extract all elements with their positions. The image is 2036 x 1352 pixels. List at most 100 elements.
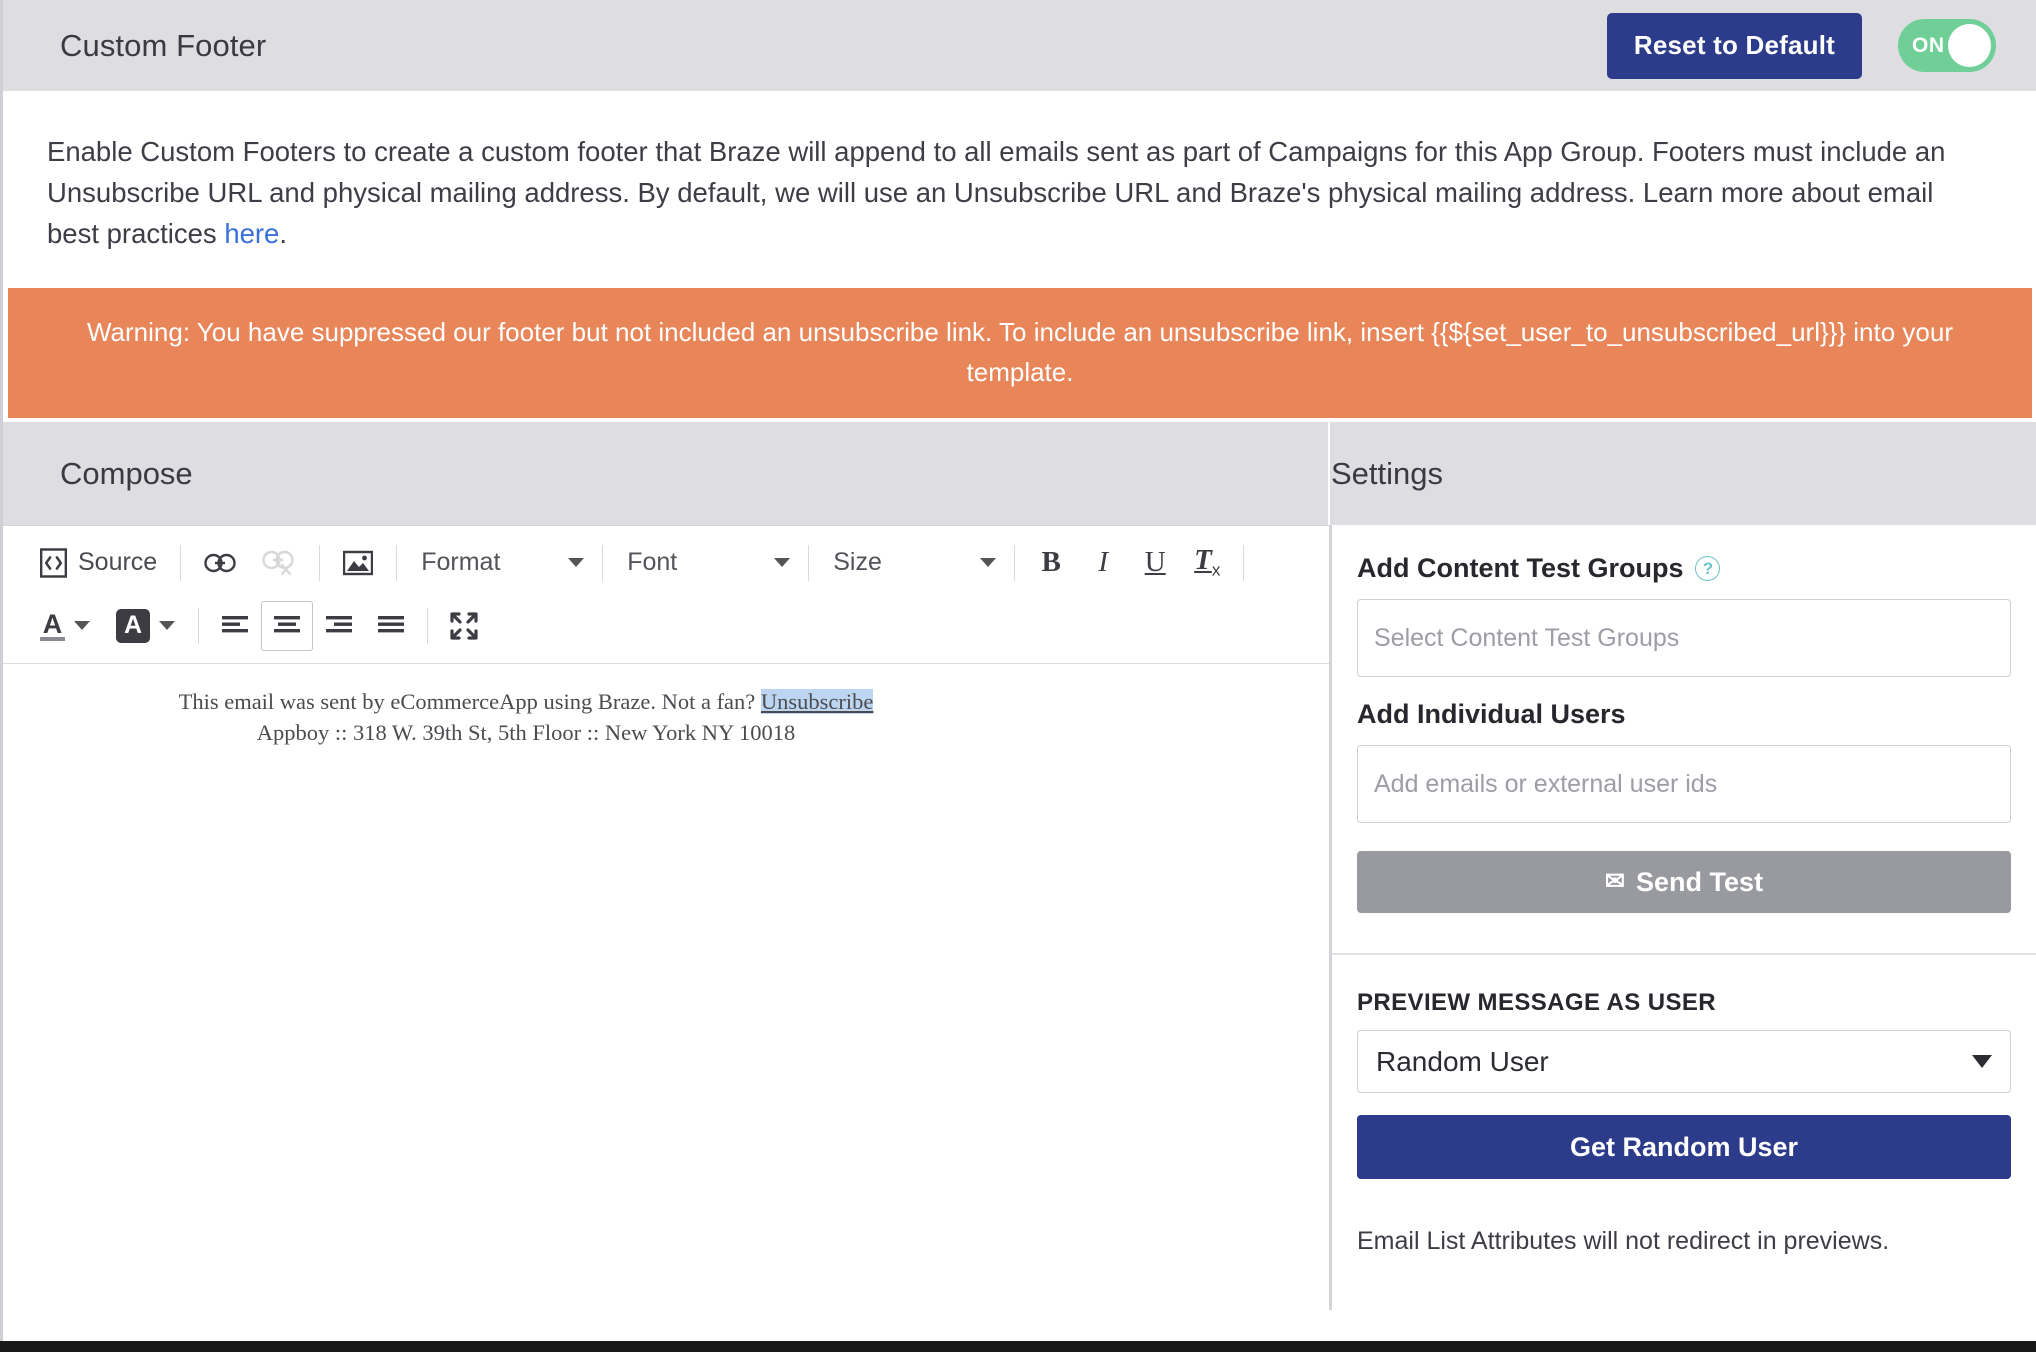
remove-format-button[interactable]: Tx xyxy=(1181,538,1233,588)
chevron-down-icon xyxy=(1972,1055,1992,1068)
format-dropdown[interactable]: Format xyxy=(407,539,592,587)
align-center-icon xyxy=(274,615,300,632)
toolbar-separator xyxy=(602,544,604,581)
email-footer-line-1: This email was sent by eCommerceApp usin… xyxy=(3,686,1329,717)
compose-panel: Source Format Font Size B I U Tx A A Thi… xyxy=(3,525,1330,1310)
image-icon xyxy=(343,550,374,575)
toolbar-row-2: A A xyxy=(3,594,1329,657)
compose-title: Compose xyxy=(60,455,193,491)
toolbar-separator xyxy=(319,544,321,581)
bold-button[interactable]: B xyxy=(1025,538,1077,588)
compose-header: Compose xyxy=(3,422,1330,525)
unsubscribe-link[interactable]: Unsubscribe xyxy=(760,689,874,714)
preview-user-selected-value: Random User xyxy=(1376,1045,1549,1077)
toolbar-separator xyxy=(808,544,810,581)
align-center-button[interactable] xyxy=(261,600,313,651)
toolbar-separator xyxy=(396,544,398,581)
email-footer-line-2: Appboy :: 318 W. 39th St, 5th Floor :: N… xyxy=(256,720,796,745)
unlink-icon xyxy=(262,550,294,575)
settings-title: Settings xyxy=(1331,455,1444,491)
background-color-icon: A xyxy=(116,608,150,643)
toolbar-row-1: Source Format Font Size B I U Tx xyxy=(3,531,1329,594)
send-test-block: Add Content Test Groups ? Add Individual… xyxy=(1332,525,2036,955)
here-link[interactable]: here xyxy=(224,218,279,249)
source-code-icon xyxy=(40,547,67,578)
font-label: Font xyxy=(627,548,678,576)
email-editor-body[interactable]: This email was sent by eCommerceApp usin… xyxy=(3,664,1329,1310)
insert-link-button[interactable] xyxy=(191,539,249,587)
remove-format-icon: Tx xyxy=(1194,544,1221,580)
bottom-bar xyxy=(0,1341,2036,1352)
text-color-icon: A xyxy=(40,610,65,641)
editor-toolbar: Source Format Font Size B I U Tx A A xyxy=(3,526,1329,664)
link-icon xyxy=(204,553,236,572)
custom-footer-toggle[interactable]: ON xyxy=(1898,19,1996,72)
email-list-attributes-note: Email List Attributes will not redirect … xyxy=(1357,1227,1890,1255)
editor-settings-split: Source Format Font Size B I U Tx A A Thi… xyxy=(0,525,2036,1310)
source-button[interactable]: Source xyxy=(27,539,170,587)
individual-users-label: Add Individual Users xyxy=(1357,699,1626,729)
settings-header: Settings xyxy=(1330,422,2036,525)
reset-to-default-button[interactable]: Reset to Default xyxy=(1606,12,1862,79)
toolbar-separator xyxy=(198,607,199,644)
description-section: Enable Custom Footers to create a custom… xyxy=(0,91,2036,288)
content-test-groups-label: Add Content Test Groups xyxy=(1357,553,1684,583)
align-left-icon xyxy=(222,615,248,632)
background-color-button[interactable]: A xyxy=(103,602,188,650)
fullscreen-button[interactable] xyxy=(438,601,490,651)
chevron-down-icon xyxy=(159,621,175,630)
content-test-groups-input[interactable] xyxy=(1357,599,2011,677)
align-right-button[interactable] xyxy=(313,601,365,651)
chevron-down-icon xyxy=(568,558,585,567)
warning-section: Warning: You have suppressed our footer … xyxy=(0,288,2036,418)
align-right-icon xyxy=(326,615,352,632)
description-text: Enable Custom Footers to create a custom… xyxy=(47,131,1992,254)
toolbar-separator xyxy=(180,544,182,581)
get-random-user-button[interactable]: Get Random User xyxy=(1357,1115,2011,1179)
toolbar-separator xyxy=(1243,544,1245,581)
source-label: Source xyxy=(78,548,158,576)
preview-user-block: PREVIEW MESSAGE AS USER Random User Get … xyxy=(1332,955,2036,1296)
toggle-knob xyxy=(1948,24,1991,67)
align-justify-icon xyxy=(378,615,404,632)
content-test-groups-label-row: Add Content Test Groups ? xyxy=(1357,553,2011,584)
toolbar-separator xyxy=(1014,544,1016,581)
underline-icon: U xyxy=(1144,546,1166,578)
header-actions: Reset to Default ON xyxy=(1606,12,1996,79)
toolbar-separator xyxy=(427,607,428,644)
individual-users-label-row: Add Individual Users xyxy=(1357,699,2011,730)
send-test-button[interactable]: ✉ Send Test xyxy=(1357,851,2011,913)
panel-headers: Compose Settings xyxy=(0,418,2036,525)
chevron-down-icon xyxy=(774,558,791,567)
italic-button[interactable]: I xyxy=(1077,538,1129,588)
italic-icon: I xyxy=(1098,546,1109,578)
insert-image-button[interactable] xyxy=(330,539,386,587)
warning-banner: Warning: You have suppressed our footer … xyxy=(8,288,2032,418)
size-dropdown[interactable]: Size xyxy=(819,539,1004,587)
expand-icon xyxy=(450,611,478,640)
align-left-button[interactable] xyxy=(209,601,261,651)
align-justify-button[interactable] xyxy=(365,601,417,651)
font-dropdown[interactable]: Font xyxy=(613,539,798,587)
underline-button[interactable]: U xyxy=(1129,538,1181,588)
format-label: Format xyxy=(421,548,501,576)
text-color-button[interactable]: A xyxy=(27,602,103,650)
description-part-2: . xyxy=(279,218,287,249)
preview-user-select[interactable]: Random User xyxy=(1357,1030,2011,1093)
email-footer-text: This email was sent by eCommerceApp usin… xyxy=(178,689,761,714)
unlink-button[interactable] xyxy=(249,539,309,587)
page-header: Custom Footer Reset to Default ON xyxy=(0,0,2036,91)
preview-message-label: PREVIEW MESSAGE AS USER xyxy=(1357,989,1717,1016)
size-label: Size xyxy=(833,548,882,576)
bold-icon: B xyxy=(1041,546,1061,578)
left-rail-divider xyxy=(0,0,3,1341)
custom-footer-page: Custom Footer Reset to Default ON Enable… xyxy=(0,0,2036,1352)
page-title: Custom Footer xyxy=(60,27,267,63)
description-part-1: Enable Custom Footers to create a custom… xyxy=(47,136,1946,249)
chevron-down-icon xyxy=(980,558,997,567)
settings-panel: Add Content Test Groups ? Add Individual… xyxy=(1330,525,2036,1310)
chevron-down-icon xyxy=(74,621,90,630)
individual-users-input[interactable] xyxy=(1357,745,2011,823)
send-test-label: Send Test xyxy=(1636,866,1764,897)
help-icon[interactable]: ? xyxy=(1695,556,1721,581)
